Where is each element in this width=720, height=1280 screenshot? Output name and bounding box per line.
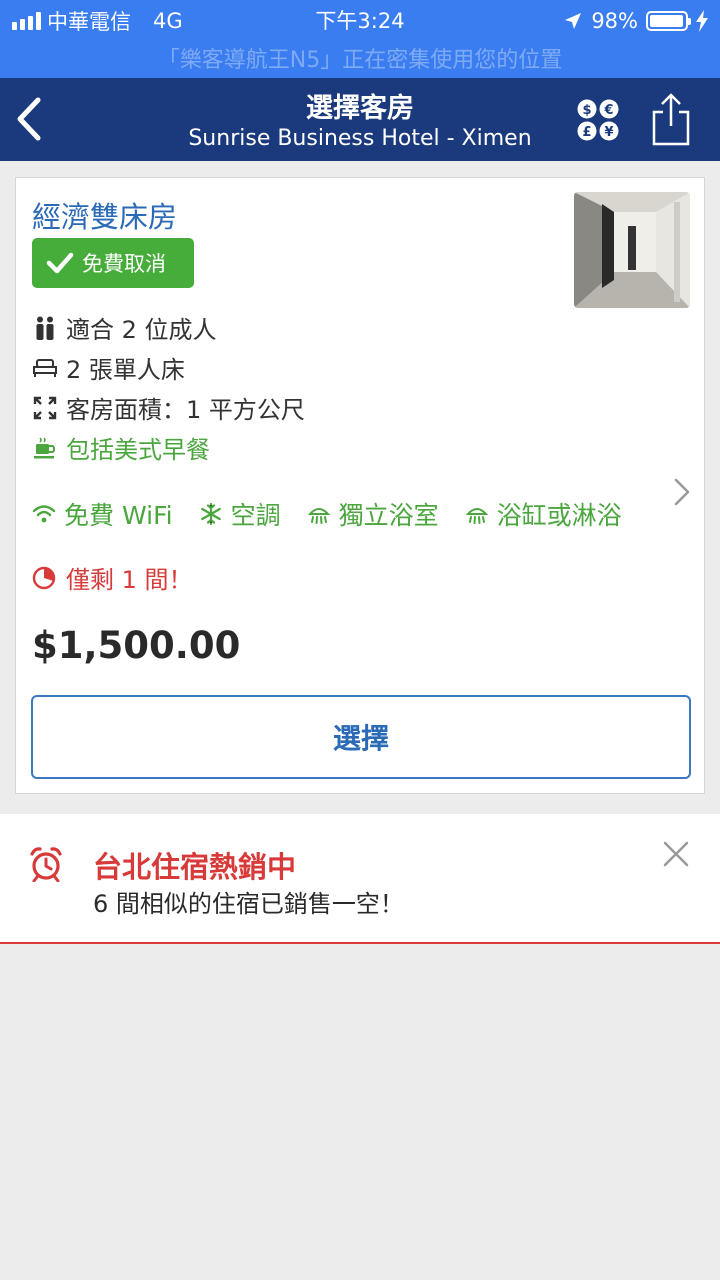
scarcity-notice: 僅剩 1 間！ bbox=[32, 560, 193, 595]
amenity-wifi: 免費 WiFi bbox=[32, 496, 173, 532]
amenities-row[interactable]: 免費 WiFi 空調 獨立浴室 浴缸或淋浴 bbox=[32, 496, 648, 532]
snowflake-icon bbox=[199, 502, 223, 526]
location-banner[interactable]: 「樂客導航王N5」正在密集使用您的位置 bbox=[0, 42, 720, 74]
share-button[interactable] bbox=[650, 92, 692, 148]
feature-area: 客房面積：1 平方公尺 bbox=[32, 390, 305, 425]
expand-icon bbox=[32, 395, 58, 421]
checkmark-icon bbox=[46, 252, 74, 274]
corridor-image bbox=[574, 192, 690, 308]
people-icon bbox=[32, 315, 58, 341]
select-room-button[interactable]: 選擇 bbox=[31, 695, 691, 779]
promo-banner: 台北住宿熱銷中 6 間相似的住宿已銷售一空！ bbox=[0, 814, 720, 944]
svg-text:¥: ¥ bbox=[604, 125, 613, 140]
location-arrow-icon bbox=[565, 13, 582, 29]
share-icon bbox=[652, 93, 690, 146]
pie-timer-icon bbox=[32, 566, 56, 590]
promo-subtitle: 6 間相似的住宿已銷售一空！ bbox=[93, 890, 404, 918]
bed-icon bbox=[32, 355, 58, 381]
amenity-aircon: 空調 bbox=[199, 496, 281, 532]
room-name[interactable]: 經濟雙床房 bbox=[32, 194, 177, 236]
battery-icon bbox=[646, 11, 691, 31]
battery-percent: 98% bbox=[591, 9, 638, 33]
feature-occupancy: 適合 2 位成人 bbox=[32, 310, 217, 345]
svg-text:€: € bbox=[603, 103, 613, 118]
amenity-private-bath: 獨立浴室 bbox=[307, 496, 439, 532]
chevron-right-icon[interactable] bbox=[670, 474, 694, 510]
status-bar: 中華電信 4G 下午3:24 98% 「樂客導航王N5」正在密集使用您的位置 bbox=[0, 0, 720, 78]
currency-icon: $ € £ ¥ bbox=[577, 99, 619, 141]
nav-header: 選擇客房 Sunrise Business Hotel - Ximen $ € … bbox=[0, 78, 720, 161]
currency-button[interactable]: $ € £ ¥ bbox=[576, 98, 620, 142]
shower-icon bbox=[465, 502, 489, 526]
shower-icon bbox=[307, 502, 331, 526]
coffee-icon bbox=[32, 435, 58, 461]
room-card: 經濟雙床房 免費取消 適合 2 位成人 2 張單人床 客房面積：1 平方公尺 包… bbox=[15, 177, 705, 794]
free-cancel-badge: 免費取消 bbox=[32, 238, 194, 288]
close-icon[interactable] bbox=[660, 838, 692, 870]
alarm-clock-icon bbox=[30, 847, 62, 882]
feature-beds: 2 張單人床 bbox=[32, 350, 185, 385]
room-photo[interactable] bbox=[574, 192, 690, 308]
badge-label: 免費取消 bbox=[82, 252, 166, 276]
svg-text:$: $ bbox=[582, 103, 591, 118]
svg-text:£: £ bbox=[582, 125, 591, 140]
feature-breakfast: 包括美式早餐 bbox=[32, 430, 210, 465]
charging-icon bbox=[696, 10, 708, 32]
amenity-tub-or-shower: 浴缸或淋浴 bbox=[465, 496, 622, 532]
promo-title: 台北住宿熱銷中 bbox=[93, 850, 297, 884]
wifi-icon bbox=[32, 503, 56, 525]
room-price: $1,500.00 bbox=[32, 624, 241, 667]
